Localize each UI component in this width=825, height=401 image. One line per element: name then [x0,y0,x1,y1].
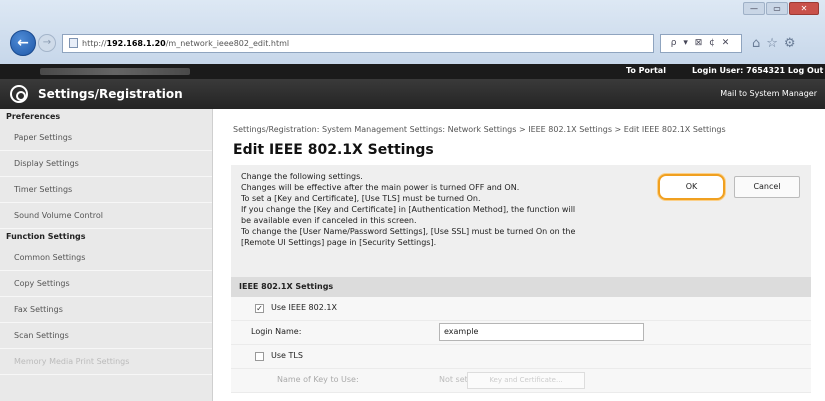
cancel-button[interactable]: Cancel [734,176,800,198]
login-name-label: Login Name: [251,327,302,336]
use-ieee-checkbox[interactable]: ✓ [255,304,264,313]
instruction-line: If you change the [Key and Certificate] … [241,205,576,214]
key-name-value: Not set [439,375,468,384]
breadcrumb: Settings/Registration: System Management… [233,125,726,134]
sidebar-item-memory-media-print[interactable]: Memory Media Print Settings [0,349,212,375]
sidebar-item-common-settings[interactable]: Common Settings [0,245,212,271]
browser-icons: ⌂ ☆ ⚙ [752,34,796,53]
settings-gear-icon [10,85,28,103]
sidebar-item-scan-settings[interactable]: Scan Settings [0,323,212,349]
key-name-label: Name of Key to Use: [277,375,359,384]
to-portal-link[interactable]: To Portal [626,66,666,75]
page-icon [69,38,78,48]
sidebar: Preferences Paper Settings Display Setti… [0,109,213,401]
sidebar-header-function-settings: Function Settings [6,232,86,241]
sidebar-item-paper-settings[interactable]: Paper Settings [0,125,212,151]
use-tls-label: Use TLS [271,351,303,360]
device-header-bar: To Portal Login User: 7654321 Log Out [0,64,825,79]
instructions-panel: Change the following settings. Changes w… [231,165,811,277]
section-header: IEEE 802.1X Settings [231,277,811,297]
minimize-button[interactable]: — [743,2,765,15]
sidebar-item-copy-settings[interactable]: Copy Settings [0,271,212,297]
window-buttons: — ▭ ✕ [743,2,819,15]
sidebar-item-timer-settings[interactable]: Timer Settings [0,177,212,203]
instruction-line: [Remote UI Settings] page in [Security S… [241,238,437,247]
favorites-star-icon[interactable]: ☆ [766,34,778,53]
mail-to-system-manager-link[interactable]: Mail to System Manager [720,89,817,98]
sidebar-item-fax-settings[interactable]: Fax Settings [0,297,212,323]
use-tls-row: Use TLS [231,345,811,369]
instruction-line: Changes will be effective after the main… [241,183,520,192]
use-tls-checkbox[interactable] [255,352,264,361]
forward-arrow-icon[interactable]: → [38,34,56,52]
maximize-button[interactable]: ▭ [766,2,788,15]
ok-button[interactable]: OK [658,174,725,200]
address-bar[interactable]: http://192.168.1.20/m_network_ieee802_ed… [62,34,654,53]
device-name-blurred [40,68,190,75]
address-tools[interactable]: ρ ▾ ⊠ ¢ ✕ [660,34,742,53]
back-arrow-icon[interactable]: ← [10,30,36,56]
url-host: 192.168.1.20 [106,39,166,48]
use-ieee-label: Use IEEE 802.1X [271,303,337,312]
instruction-line: be available even if canceled in this sc… [241,216,417,225]
sidebar-item-sound-volume[interactable]: Sound Volume Control [0,203,212,229]
browser-chrome: — ▭ ✕ ← → http://192.168.1.20/m_network_… [0,0,825,64]
tools-gear-icon[interactable]: ⚙ [784,34,796,53]
use-ieee-row: ✓ Use IEEE 802.1X [231,297,811,321]
login-name-input[interactable]: example [439,323,644,341]
page-header: Settings/Registration Mail to System Man… [0,79,825,109]
page-title: Edit IEEE 802.1X Settings [233,142,434,158]
instruction-line: To set a [Key and Certificate], [Use TLS… [241,194,481,203]
instruction-line: To change the [User Name/Password Settin… [241,227,576,236]
login-name-row: Login Name: example [231,321,811,345]
sidebar-header-preferences: Preferences [6,112,61,121]
home-icon[interactable]: ⌂ [752,34,760,53]
page-header-title: Settings/Registration [38,87,183,101]
close-window-button[interactable]: ✕ [789,2,819,15]
url-path: /m_network_ieee802_edit.html [165,39,290,48]
key-and-certificate-button[interactable]: Key and Certificate... [467,372,585,389]
key-name-row: Name of Key to Use: Not set Key and Cert… [231,369,811,393]
sidebar-item-display-settings[interactable]: Display Settings [0,151,212,177]
login-user-info[interactable]: Login User: 7654321 Log Out [692,66,823,75]
ieee-settings-section: IEEE 802.1X Settings ✓ Use IEEE 802.1X L… [231,277,811,401]
url-prefix: http:// [82,39,107,48]
main-content: Settings/Registration: System Management… [213,109,825,401]
instructions-text: Change the following settings. Changes w… [241,171,636,248]
instruction-line: Change the following settings. [241,172,363,181]
